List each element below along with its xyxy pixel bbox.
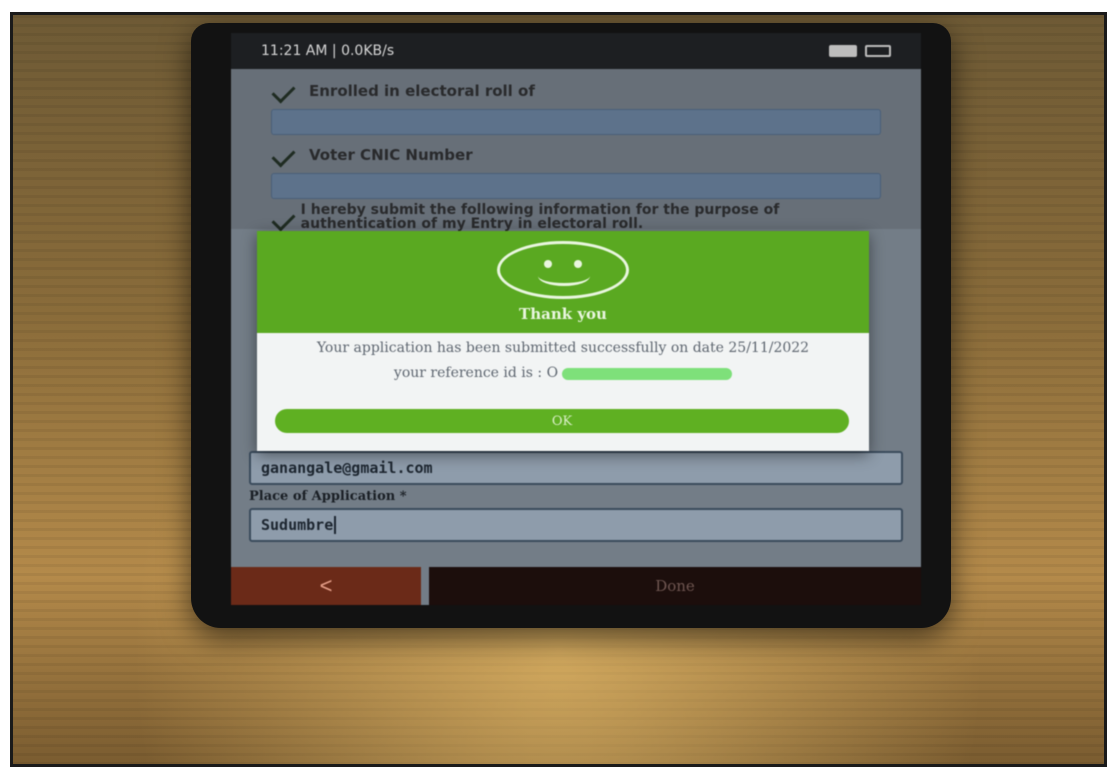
dialog-message: Your application has been submitted succ…: [316, 340, 810, 356]
thank-you-dialog: Thank you Your application has been subm…: [257, 231, 869, 451]
photo-frame: 11:21 AM | 0.0KB/s Enrolled in electoral…: [10, 12, 1107, 767]
done-button[interactable]: Done: [429, 567, 921, 605]
signal-icon: [829, 45, 857, 57]
dialog-header: Thank you: [257, 231, 869, 333]
phone-device: 11:21 AM | 0.0KB/s Enrolled in electoral…: [191, 23, 951, 628]
dialog-body: Your application has been submitted succ…: [257, 333, 869, 381]
status-bar: 11:21 AM | 0.0KB/s: [231, 33, 921, 69]
place-value: Sudumbre: [261, 516, 337, 534]
dialog-title: Thank you: [519, 305, 607, 323]
place-field[interactable]: Sudumbre: [249, 508, 903, 542]
reference-line: your reference id is : O: [281, 366, 845, 381]
smile-icon: [497, 241, 629, 299]
battery-icon: [865, 45, 891, 57]
ok-button[interactable]: OK: [275, 409, 849, 433]
redacted-reference-id: [562, 367, 733, 380]
place-label: Place of Application *: [249, 489, 407, 504]
phone-screen: 11:21 AM | 0.0KB/s Enrolled in electoral…: [231, 33, 921, 605]
back-button[interactable]: <: [231, 567, 421, 605]
lower-form: ganangale@gmail.com Place of Application…: [231, 451, 921, 546]
bottom-nav: < Done: [231, 567, 921, 605]
email-field[interactable]: ganangale@gmail.com: [249, 451, 903, 485]
reference-prefix: your reference id is : O: [393, 365, 559, 381]
status-time: 11:21 AM | 0.0KB/s: [261, 43, 395, 59]
